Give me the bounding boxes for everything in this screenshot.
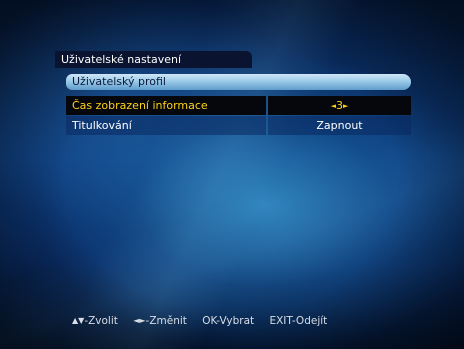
up-down-arrows-icon: ▲▼ [72, 316, 85, 325]
setting-row-info-display-time[interactable]: Čas zobrazení informace ◄3► [66, 96, 411, 115]
right-arrow-icon[interactable]: ► [343, 102, 348, 110]
section-header[interactable]: Uživatelský profil [66, 74, 411, 90]
setting-row-subtitles[interactable]: Titulkování Zapnout [66, 116, 411, 135]
setting-label: Čas zobrazení informace [66, 96, 266, 115]
menu-title: Uživatelské nastavení [61, 53, 182, 66]
hint-exit: EXIT-Odejít [269, 315, 328, 327]
setting-value-stepper[interactable]: ◄3► [268, 96, 411, 115]
setting-label: Titulkování [66, 116, 266, 135]
hint-change: ◄►-Změnit [133, 315, 187, 327]
settings-list: Čas zobrazení informace ◄3► Titulkování … [66, 96, 411, 135]
tv-osd-screen: Uživatelské nastavení Uživatelský profil… [0, 0, 464, 349]
left-right-arrows-icon: ◄► [133, 316, 146, 325]
section-title: Uživatelský profil [72, 75, 166, 88]
hint-ok: OK-Vybrat [202, 315, 255, 327]
menu-title-bar: Uživatelské nastavení [55, 51, 252, 68]
setting-value: 3 [336, 99, 343, 112]
key-hints-footer: ▲▼-Zvolit ◄►-Změnit OK-Vybrat EXIT-Odejí… [72, 313, 339, 329]
setting-value[interactable]: Zapnout [268, 116, 411, 135]
hint-navigate: ▲▼-Zvolit [72, 315, 118, 327]
